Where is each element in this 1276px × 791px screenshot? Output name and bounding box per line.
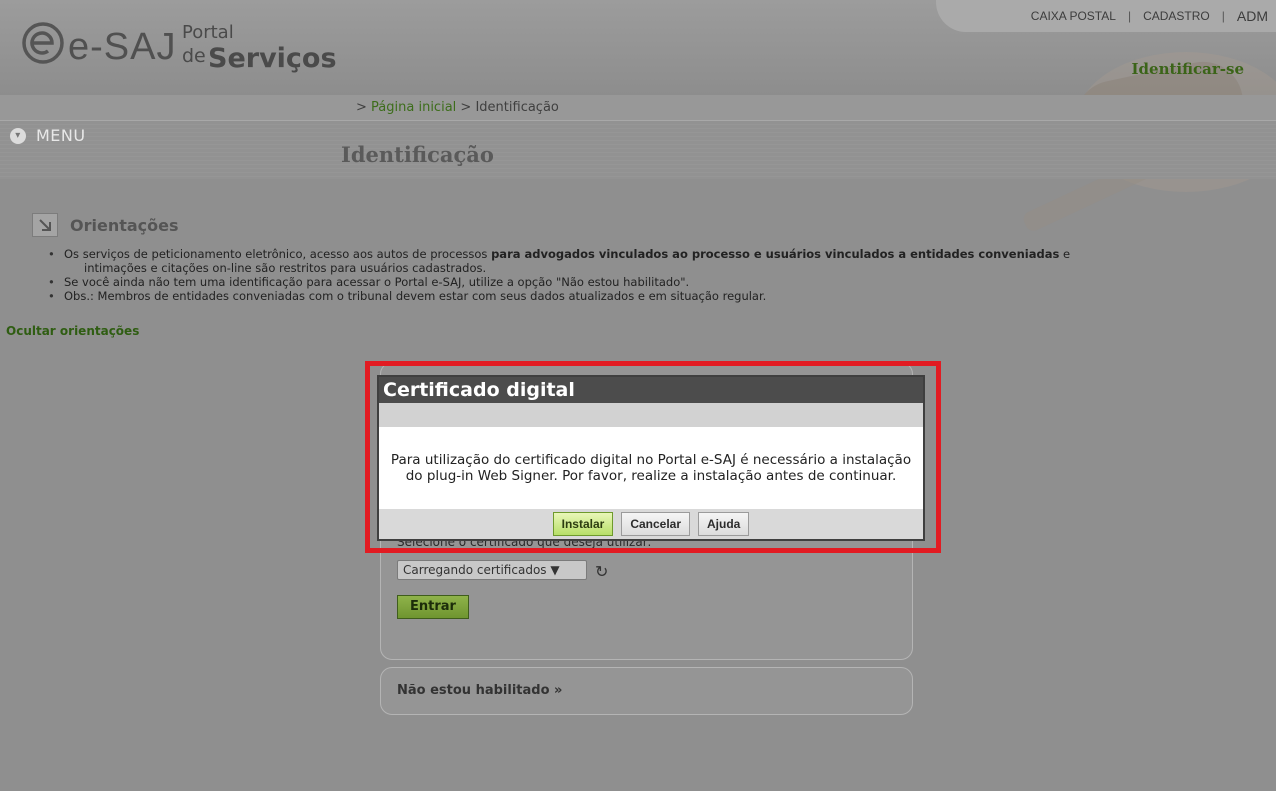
modal-message-area: Para utilização do certificado digital n… [379, 427, 923, 509]
guidance-item1-bold: para advogados vinculados ao processo e … [491, 247, 1060, 261]
enter-button[interactable]: Entrar [397, 595, 469, 619]
menu-button[interactable]: ▾ MENU [10, 126, 86, 145]
guidance-list: Os serviços de peticionamento eletrônico… [48, 247, 1274, 303]
chevron-down-icon: ▾ [10, 127, 26, 144]
guidance-header[interactable]: Orientações [32, 213, 179, 237]
list-item: Os serviços de peticionamento eletrônico… [48, 247, 1274, 275]
breadcrumb-separator: > [356, 100, 367, 115]
menu-label: MENU [36, 126, 86, 145]
guidance-item3-text: Obs.: Membros de entidades conveniadas c… [64, 289, 767, 303]
help-button[interactable]: Ajuda [698, 512, 750, 536]
logo-at-icon [22, 22, 64, 64]
top-nav-separator: | [1221, 9, 1225, 23]
not-enabled-panel[interactable]: Não estou habilitado » [380, 667, 913, 715]
guidance-item2-text: Se você ainda não tem uma identificação … [64, 275, 690, 289]
guidance-item1-line2: intimações e citações on-line são restri… [84, 261, 487, 275]
logo-servicos-text: Serviços [208, 43, 337, 74]
certificate-modal: Certificado digital Para utilização do c… [377, 375, 925, 541]
install-button[interactable]: Instalar [552, 512, 614, 536]
list-item: Se você ainda não tem uma identificação … [48, 275, 1274, 289]
cancel-button[interactable]: Cancelar [621, 512, 691, 536]
top-nav: CAIXA POSTAL | CADASTRO | ADM [936, 0, 1276, 32]
top-nav-cadastro[interactable]: CADASTRO [1143, 9, 1210, 23]
breadcrumb-home-link[interactable]: Página inicial [371, 100, 456, 115]
guidance-title: Orientações [70, 215, 179, 235]
modal-message: Para utilização do certificado digital n… [390, 452, 912, 484]
top-nav-separator: | [1127, 9, 1132, 23]
guidance-item1-text: Os serviços de peticionamento eletrônico… [64, 247, 492, 261]
page-title: Identificação [341, 142, 494, 167]
breadcrumb: > Página inicial > Identificação [356, 100, 559, 115]
refresh-icon[interactable]: ↻ [595, 562, 608, 581]
guidance-item1-end: e [1059, 247, 1071, 261]
list-item: Obs.: Membros de entidades conveniadas c… [48, 289, 1274, 303]
modal-footer: Instalar Cancelar Ajuda [379, 509, 923, 539]
breadcrumb-bar: > Página inicial > Identificação [0, 95, 1276, 121]
logo-de-text: de [182, 45, 206, 67]
top-nav-caixa-postal[interactable]: CAIXA POSTAL [1031, 9, 1116, 23]
logo-esaj-text: e-SAJ [68, 26, 177, 68]
breadcrumb-current: Identificação [475, 100, 559, 115]
identify-link[interactable]: Identificar-se [1132, 60, 1244, 78]
modal-title-strip [379, 403, 923, 427]
header: e-SAJ Portal de Serviços CAIXA POSTAL | … [0, 0, 1276, 231]
hide-guidance-link[interactable]: Ocultar orientações [6, 324, 139, 338]
modal-title: Certificado digital [379, 377, 923, 403]
not-enabled-link[interactable]: Não estou habilitado » [397, 683, 562, 698]
esaj-logo[interactable]: e-SAJ Portal de Serviços [20, 20, 340, 80]
arrow-down-right-icon [32, 213, 58, 237]
top-nav-adm[interactable]: ADM [1237, 8, 1268, 24]
logo-portal-text: Portal [182, 22, 234, 43]
certificate-select[interactable]: Carregando certificados ▼ [397, 560, 587, 580]
breadcrumb-separator: > [460, 100, 472, 115]
menu-bar: ▾ MENU Identificação [0, 121, 1276, 179]
